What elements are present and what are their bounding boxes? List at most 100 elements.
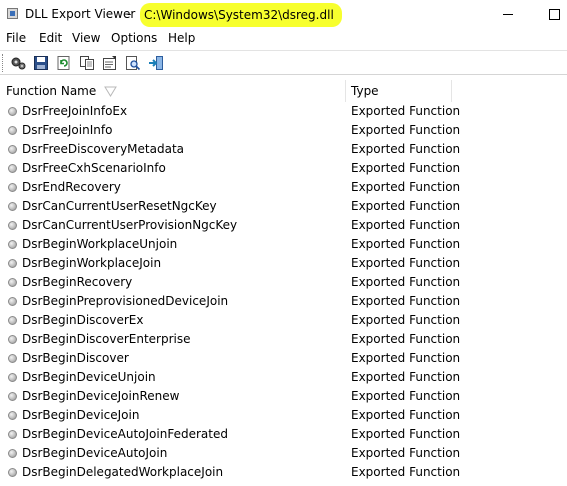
list-item[interactable]: DsrBeginWorkplaceUnjoin Exported Function (0, 236, 567, 255)
list-item[interactable]: DsrBeginRecovery Exported Function (0, 274, 567, 293)
function-name: DsrEndRecovery (22, 180, 121, 194)
function-type: Exported Function (351, 332, 461, 346)
list-item[interactable]: DsrBeginDiscover Exported Function (0, 350, 567, 369)
function-type: Exported Function (351, 161, 461, 175)
list-item[interactable]: DsrFreeJoinInfo Exported Function (0, 122, 567, 141)
function-bullet-icon (8, 354, 17, 363)
list-item[interactable]: DsrCanCurrentUserResetNgcKey Exported Fun… (0, 198, 567, 217)
function-type: Exported Function (351, 465, 461, 479)
function-bullet-icon (8, 373, 17, 382)
list-item[interactable]: DsrBeginDeviceUnjoin Exported Function (0, 369, 567, 388)
toolbar (0, 50, 567, 75)
list-item[interactable]: DsrCanCurrentUserProvisionNgcKey Exported… (0, 217, 567, 236)
function-type: Exported Function (351, 446, 461, 460)
function-type: Exported Function (351, 370, 461, 384)
function-name: DsrBeginDeviceUnjoin (22, 370, 156, 384)
menu-file[interactable]: File (6, 31, 26, 45)
list-item[interactable]: DsrFreeJoinInfoEx Exported Function (0, 103, 567, 122)
exit-icon[interactable] (148, 55, 164, 71)
function-name: DsrBeginWorkplaceJoin (22, 256, 162, 270)
maximize-icon[interactable] (544, 4, 566, 24)
column-divider[interactable] (451, 80, 452, 102)
function-type: Exported Function (351, 142, 461, 156)
function-name: DsrFreeJoinInfoEx (22, 104, 128, 118)
menu-help[interactable]: Help (168, 31, 195, 45)
function-name: DsrFreeDiscoveryMetadata (22, 142, 184, 156)
function-bullet-icon (8, 468, 17, 477)
function-type: Exported Function (351, 237, 461, 251)
function-type: Exported Function (351, 218, 461, 232)
list-item[interactable]: DsrBeginWorkplaceJoin Exported Function (0, 255, 567, 274)
list-item[interactable]: DsrBeginDeviceAutoJoinFederated Exported … (0, 426, 567, 445)
function-bullet-icon (8, 145, 17, 154)
function-name: DsrBeginDeviceAutoJoinFederated (22, 427, 228, 441)
menu-edit[interactable]: Edit (39, 31, 62, 45)
title-separator: - (127, 7, 132, 21)
function-bullet-icon (8, 316, 17, 325)
function-type: Exported Function (351, 313, 461, 327)
function-type: Exported Function (351, 199, 461, 213)
column-header-type[interactable]: Type (351, 80, 379, 102)
function-list: DsrFreeJoinInfoEx Exported Function DsrFre… (0, 103, 567, 483)
function-name: DsrFreeCxhScenarioInfo (22, 161, 166, 175)
function-bullet-icon (8, 335, 17, 344)
function-bullet-icon (8, 202, 17, 211)
list-item[interactable]: DsrBeginDeviceAutoJoin Exported Function (0, 445, 567, 464)
function-type: Exported Function (351, 275, 461, 289)
minimize-icon[interactable] (498, 4, 520, 24)
list-item[interactable]: DsrBeginDelegatedWorkplaceJoin Exported F… (0, 464, 567, 483)
list-item[interactable]: DsrBeginDeviceJoinRenew Exported Function (0, 388, 567, 407)
find-icon[interactable] (125, 55, 141, 71)
function-bullet-icon (8, 411, 17, 420)
list-item[interactable]: DsrFreeDiscoveryMetadata Exported Functio… (0, 141, 567, 160)
function-type: Exported Function (351, 408, 461, 422)
function-bullet-icon (8, 430, 17, 439)
save-icon[interactable] (33, 55, 49, 71)
function-bullet-icon (8, 183, 17, 192)
copy-icon[interactable] (79, 55, 95, 71)
function-name: DsrFreeJoinInfo (22, 123, 113, 137)
window-title: DLL Export Viewer (25, 7, 136, 21)
function-bullet-icon (8, 126, 17, 135)
toolbar-grip[interactable] (2, 54, 5, 72)
function-bullet-icon (8, 107, 17, 116)
refresh-icon[interactable] (56, 55, 72, 71)
function-type: Exported Function (351, 427, 461, 441)
list-item[interactable]: DsrBeginDiscoverEnterprise Exported Funct… (0, 331, 567, 350)
function-name: DsrBeginRecovery (22, 275, 133, 289)
function-bullet-icon (8, 221, 17, 230)
function-name: DsrBeginDiscoverEnterprise (22, 332, 191, 346)
menu-view[interactable]: View (72, 31, 100, 45)
list-item[interactable]: DsrBeginDiscoverEx Exported Function (0, 312, 567, 331)
function-name: DsrBeginDiscoverEx (22, 313, 144, 327)
function-bullet-icon (8, 278, 17, 287)
function-type: Exported Function (351, 389, 461, 403)
menu-options[interactable]: Options (111, 31, 157, 45)
function-type: Exported Function (351, 180, 461, 194)
column-divider[interactable] (345, 80, 346, 102)
list-item[interactable]: DsrEndRecovery Exported Function (0, 179, 567, 198)
function-name: DsrBeginDeviceAutoJoin (22, 446, 168, 460)
column-header-function-name[interactable]: Function Name (6, 80, 96, 102)
function-bullet-icon (8, 297, 17, 306)
function-bullet-icon (8, 259, 17, 268)
sort-indicator-icon (104, 84, 117, 98)
function-name: DsrBeginWorkplaceUnjoin (22, 237, 178, 251)
select-functions-icon[interactable] (10, 55, 26, 71)
list-item[interactable]: DsrBeginPreprovisionedDeviceJoin Exported… (0, 293, 567, 312)
list-item[interactable]: DsrBeginDeviceJoin Exported Function (0, 407, 567, 426)
function-bullet-icon (8, 240, 17, 249)
function-name: DsrBeginPreprovisionedDeviceJoin (22, 294, 229, 308)
app-icon (7, 8, 18, 19)
function-name: DsrBeginDeviceJoin (22, 408, 140, 422)
function-type: Exported Function (351, 123, 461, 137)
function-type: Exported Function (351, 294, 461, 308)
properties-icon[interactable] (102, 55, 118, 71)
list-item[interactable]: DsrFreeCxhScenarioInfo Exported Function (0, 160, 567, 179)
function-name: DsrBeginDelegatedWorkplaceJoin (22, 465, 224, 479)
function-type: Exported Function (351, 104, 461, 118)
function-bullet-icon (8, 164, 17, 173)
function-name: DsrCanCurrentUserResetNgcKey (22, 199, 217, 213)
menu-bar: File Edit View Options Help (0, 30, 567, 48)
title-bar[interactable]: DLL Export Viewer - C:\Windows\System32\… (0, 0, 567, 30)
